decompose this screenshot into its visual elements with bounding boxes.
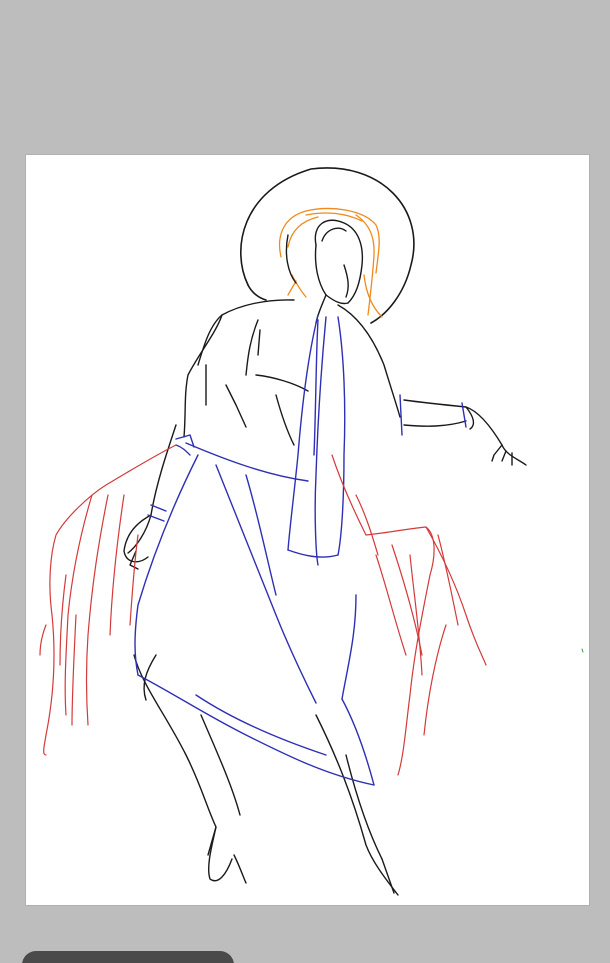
sketch-artwork xyxy=(39,167,584,896)
app-viewport xyxy=(0,0,610,963)
stray-marks xyxy=(581,648,584,653)
drawing-canvas[interactable] xyxy=(26,155,589,905)
hair xyxy=(278,207,383,318)
bottom-toolbar-chip[interactable] xyxy=(22,951,234,963)
body-lines xyxy=(123,299,527,896)
cloth xyxy=(134,314,467,786)
wings xyxy=(39,444,487,776)
head xyxy=(285,219,364,324)
halo xyxy=(240,167,415,324)
